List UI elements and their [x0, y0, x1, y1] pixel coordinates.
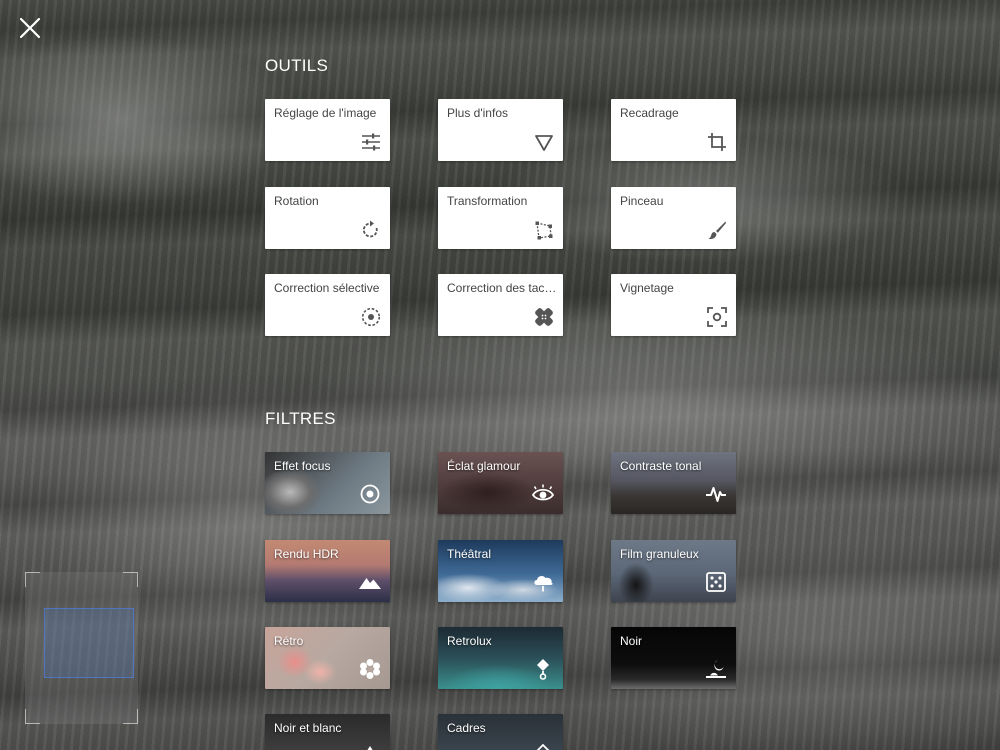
navigator-viewport[interactable] — [44, 608, 134, 678]
navigator-corner — [25, 572, 40, 587]
tool-label: Transformation — [447, 194, 528, 208]
storm-cloud-icon — [534, 576, 553, 592]
pin-icon — [537, 659, 549, 680]
filter-label: Théâtral — [447, 547, 492, 561]
filter-label: Effet focus — [274, 459, 331, 473]
filter-label: Cadres — [447, 721, 486, 735]
moon-icon — [706, 660, 726, 678]
tool-selective[interactable]: Correction sélective — [265, 274, 390, 336]
filter-noir[interactable]: Noir — [611, 627, 736, 689]
navigator-corner — [123, 709, 138, 724]
tool-brush[interactable]: Pinceau — [611, 187, 736, 249]
navigator-corner — [123, 572, 138, 587]
mountain-icon — [359, 578, 381, 589]
tool-crop[interactable]: Recadrage — [611, 99, 736, 161]
filter-label: Retrolux — [447, 634, 492, 648]
image-navigator[interactable] — [25, 572, 138, 724]
tools-section-title: OUTILS — [265, 56, 329, 75]
filter-label: Film granuleux — [620, 547, 699, 561]
filter-black-and-white[interactable]: Noir et blanc — [265, 714, 390, 750]
flower-icon — [360, 659, 380, 679]
navigator-corner — [25, 709, 40, 724]
tool-label: Correction sélective — [274, 281, 380, 295]
focus-target-icon — [360, 484, 380, 504]
tool-label: Réglage de l'image — [274, 106, 377, 120]
sliders-icon — [362, 133, 380, 151]
tool-details[interactable]: Plus d'infos — [438, 99, 563, 161]
tool-label: Pinceau — [620, 194, 664, 208]
filters-section-title: FILTRES — [265, 409, 336, 428]
filter-hdr-scape[interactable]: Rendu HDR — [265, 540, 390, 602]
filter-label: Éclat glamour — [447, 459, 521, 473]
filter-label: Noir — [620, 634, 643, 648]
rotate-icon — [362, 220, 378, 238]
filter-grainy-film[interactable]: Film granuleux — [611, 540, 736, 602]
tool-vignette[interactable]: Vignetage — [611, 274, 736, 336]
filter-glamour-glow[interactable]: Éclat glamour — [438, 452, 563, 514]
filter-drama[interactable]: Théâtral — [438, 540, 563, 602]
filter-label: Noir et blanc — [274, 721, 342, 735]
mountain-bw-icon — [367, 746, 373, 750]
tool-perspective[interactable]: Transformation — [438, 187, 563, 249]
pulse-icon — [706, 487, 726, 502]
filter-label: Rétro — [274, 634, 304, 648]
tool-label: Vignetage — [620, 281, 674, 295]
crop-icon — [708, 133, 726, 151]
filter-label: Rendu HDR — [274, 547, 339, 561]
filter-frames[interactable]: Cadres — [438, 714, 563, 750]
perspective-icon — [535, 221, 553, 240]
tool-label: Rotation — [274, 194, 319, 208]
filter-label: Contraste tonal — [620, 459, 702, 473]
filter-retro[interactable]: Rétro — [265, 627, 390, 689]
tool-label: Recadrage — [620, 106, 679, 120]
dice-icon — [706, 572, 726, 592]
tool-rotate[interactable]: Rotation — [265, 187, 390, 249]
tool-label: Plus d'infos — [447, 106, 508, 120]
brush-icon — [708, 221, 726, 240]
tool-image-adjust[interactable]: Réglage de l'image — [265, 99, 390, 161]
tool-healing[interactable]: Correction des tach... — [438, 274, 563, 336]
frame-icon — [536, 744, 550, 750]
tool-label: Correction des tach... — [447, 281, 557, 295]
filter-lens-blur[interactable]: Effet focus — [265, 452, 390, 514]
bandage-icon — [535, 308, 553, 326]
triangle-down-icon — [535, 135, 553, 151]
close-icon[interactable] — [18, 16, 42, 40]
selective-target-icon — [361, 307, 381, 327]
filter-retrolux[interactable]: Retrolux — [438, 627, 563, 689]
vignette-icon — [707, 307, 727, 327]
eye-icon — [532, 484, 554, 501]
filter-tonal-contrast[interactable]: Contraste tonal — [611, 452, 736, 514]
